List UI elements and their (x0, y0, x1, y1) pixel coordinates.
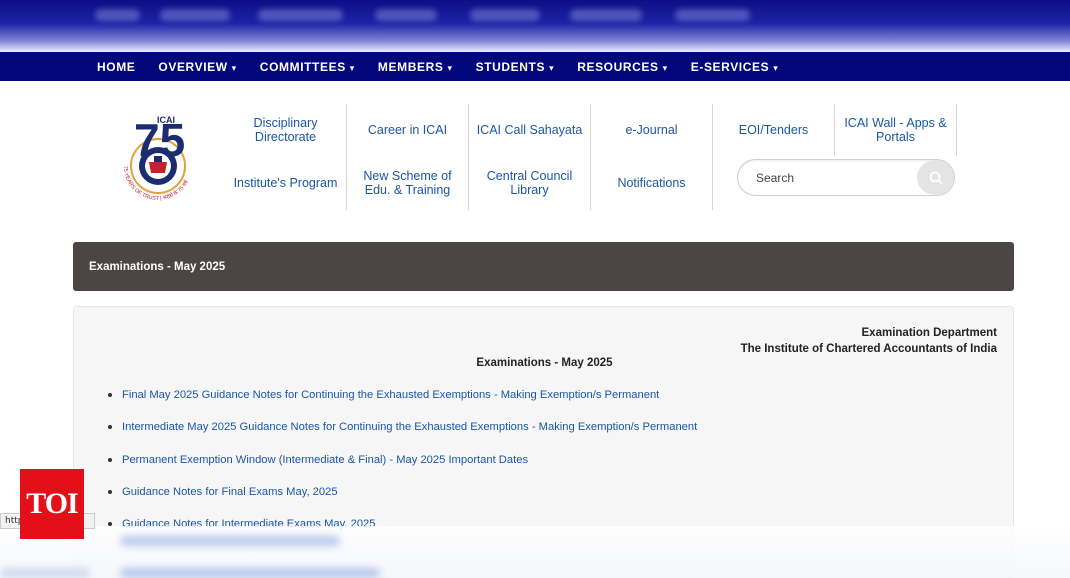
chevron-down-icon: ▾ (231, 62, 237, 73)
blurred-link (570, 9, 642, 21)
icai-75-logo[interactable]: 75 ICAI 75 YEARS OF TRUST | भरोसे के 75 … (108, 110, 208, 210)
quick-link-icai-call-sahayata[interactable]: ICAI Call Sahayata (469, 104, 591, 156)
blurred-link (160, 9, 230, 21)
quick-link-central-council-library[interactable]: Central Council Library (469, 156, 591, 210)
quick-link-e-journal[interactable]: e-Journal (591, 104, 713, 156)
nav-overview[interactable]: OVERVIEW ▾ (158, 60, 236, 74)
svg-text:ICAI: ICAI (157, 115, 175, 125)
document-link[interactable]: Intermediate May 2025 Guidance Notes for… (107, 421, 697, 453)
chevron-down-icon: ▾ (349, 62, 355, 73)
quick-link-career-in-icai[interactable]: Career in ICAI (347, 104, 469, 156)
blurred-link (120, 568, 380, 578)
page-title-banner: Examinations - May 2025 (73, 242, 1014, 291)
nav-members[interactable]: MEMBERS ▾ (378, 60, 453, 74)
bottom-fade-overlay (0, 526, 1070, 578)
content-title: Examinations - May 2025 (476, 357, 613, 369)
blurred-link (375, 9, 437, 21)
blurred-link (95, 9, 140, 21)
toi-watermark-logo: TOI (20, 469, 84, 539)
quick-link-disciplinary-directorate[interactable]: Disciplinary Directorate (225, 104, 347, 156)
nav-students[interactable]: STUDENTS ▾ (476, 60, 555, 74)
quick-link-institutes-program[interactable]: Institute's Program (225, 156, 347, 210)
document-link[interactable]: Permanent Exemption Window (Intermediate… (107, 454, 697, 486)
quick-link-notifications[interactable]: Notifications (591, 156, 713, 210)
nav-committees[interactable]: COMMITTEES ▾ (260, 60, 355, 74)
quick-link-new-scheme[interactable]: New Scheme of Edu. & Training (347, 156, 469, 210)
department-name: Examination Department (861, 327, 997, 339)
chevron-down-icon: ▾ (549, 62, 555, 73)
department-heading: Examination Department The Institute of … (741, 325, 997, 357)
main-navbar: HOME OVERVIEW ▾ COMMITTEES ▾ MEMBERS ▾ STUD… (0, 52, 1070, 81)
blurred-link (120, 536, 340, 546)
search-icon (929, 171, 942, 184)
quick-link-icai-wall[interactable]: ICAI Wall - Apps & Portals (835, 104, 957, 156)
nav-home[interactable]: HOME (97, 60, 135, 74)
blurred-link (0, 568, 90, 578)
nav-e-services[interactable]: E-SERVICES ▾ (691, 60, 779, 74)
quick-link-eoi-tenders[interactable]: EOI/Tenders (713, 104, 835, 156)
search-input[interactable] (756, 170, 906, 185)
page-title: Examinations - May 2025 (89, 260, 226, 273)
document-link[interactable]: Guidance Notes for Final Exams May, 2025 (107, 486, 697, 518)
top-header-band (0, 0, 1070, 52)
blurred-link (675, 9, 750, 21)
icai-logo-icon: 75 ICAI 75 YEARS OF TRUST | भरोसे के 75 … (122, 114, 190, 202)
document-link[interactable]: Final May 2025 Guidance Notes for Contin… (107, 389, 697, 421)
search-button[interactable] (917, 160, 954, 195)
search-box (737, 159, 955, 196)
chevron-down-icon: ▾ (773, 62, 779, 73)
blurred-link (470, 9, 540, 21)
chevron-down-icon: ▾ (662, 62, 668, 73)
nav-resources[interactable]: RESOURCES ▾ (577, 60, 668, 74)
blurred-link (258, 9, 343, 21)
institute-name: The Institute of Chartered Accountants o… (740, 343, 997, 355)
chevron-down-icon: ▾ (447, 62, 453, 73)
